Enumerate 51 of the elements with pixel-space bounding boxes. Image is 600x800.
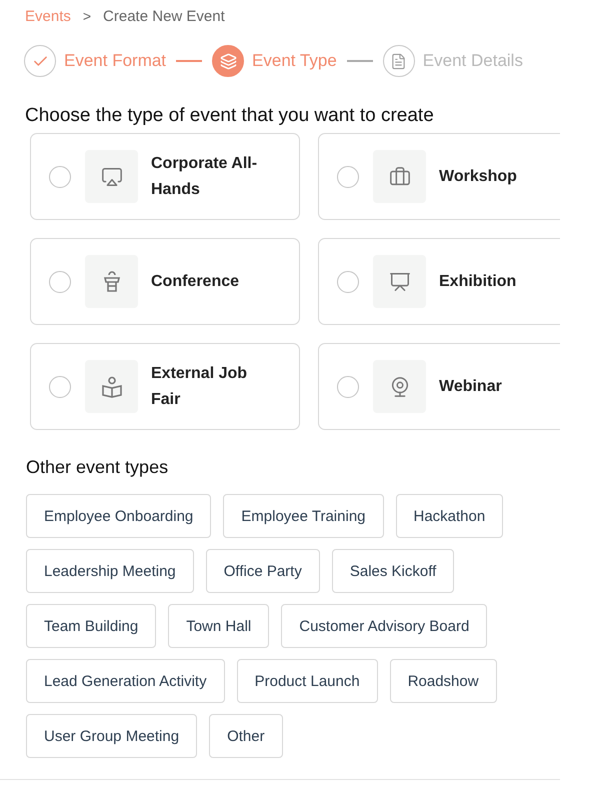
event-type-chip[interactable]: User Group Meeting xyxy=(26,714,198,758)
event-type-chip[interactable]: Office Party xyxy=(206,549,320,593)
event-type-label: Workshop xyxy=(439,166,518,186)
event-type-label: Corporate All-Hands xyxy=(151,154,258,200)
event-type-chip[interactable]: Employee Onboarding xyxy=(26,494,212,538)
event-type-chip[interactable]: Product Launch xyxy=(236,659,378,703)
step-indicator[interactable] xyxy=(382,45,415,77)
radio-button[interactable] xyxy=(337,270,359,292)
easel-icon xyxy=(388,270,410,292)
radio-button[interactable] xyxy=(337,166,359,188)
section-heading: Choose the type of event that you want to create xyxy=(25,105,435,127)
event-type-label: Exhibition xyxy=(439,272,518,292)
reader-icon xyxy=(100,376,122,398)
section-heading: Other event types xyxy=(26,456,170,478)
step-connector xyxy=(176,60,202,62)
step-label: Event Details xyxy=(422,51,523,71)
step-connector xyxy=(346,60,373,62)
event-type-label: Webinar xyxy=(439,376,503,396)
event-type-card[interactable]: Workshop xyxy=(318,133,560,220)
breadcrumb-separator: > xyxy=(82,8,92,24)
screen-icon xyxy=(100,166,122,188)
step-indicator[interactable] xyxy=(24,45,56,77)
event-type-chip[interactable]: Town Hall xyxy=(168,604,270,648)
briefcase-icon xyxy=(388,166,410,188)
event-type-chip[interactable]: Lead Generation Activity xyxy=(26,659,225,703)
event-type-chip[interactable]: Hackathon xyxy=(396,494,504,538)
event-type-card[interactable]: Webinar xyxy=(318,343,560,430)
event-type-card[interactable]: Exhibition xyxy=(318,238,560,325)
event-type-chip[interactable]: Customer Advisory Board xyxy=(281,604,488,648)
podium-icon xyxy=(102,270,122,292)
document-icon xyxy=(390,52,408,70)
radio-button[interactable] xyxy=(49,270,71,292)
radio-button[interactable] xyxy=(49,376,71,398)
event-type-chip[interactable]: Employee Training xyxy=(223,494,384,538)
event-type-card[interactable]: Conference xyxy=(30,238,300,325)
event-type-label: External Job Fair xyxy=(151,364,248,410)
step-label: Event Format xyxy=(64,51,166,71)
event-type-chip[interactable]: Sales Kickoff xyxy=(332,549,454,593)
event-type-card[interactable]: External Job Fair xyxy=(30,343,300,430)
step-label: Event Type xyxy=(252,51,337,71)
event-type-chip[interactable]: Team Building xyxy=(26,604,156,648)
event-type-card[interactable]: Corporate All-Hands xyxy=(30,133,300,220)
event-type-chip[interactable]: Other xyxy=(209,714,283,758)
event-type-label: Conference xyxy=(151,272,240,292)
event-type-chip[interactable]: Leadership Meeting xyxy=(26,549,194,593)
step-indicator[interactable] xyxy=(212,45,244,77)
radio-button[interactable] xyxy=(49,166,71,188)
layers-icon xyxy=(220,52,237,70)
radio-button[interactable] xyxy=(337,376,359,398)
breadcrumb-current: Create New Event xyxy=(103,8,225,24)
event-type-chip[interactable]: Roadshow xyxy=(390,659,497,703)
